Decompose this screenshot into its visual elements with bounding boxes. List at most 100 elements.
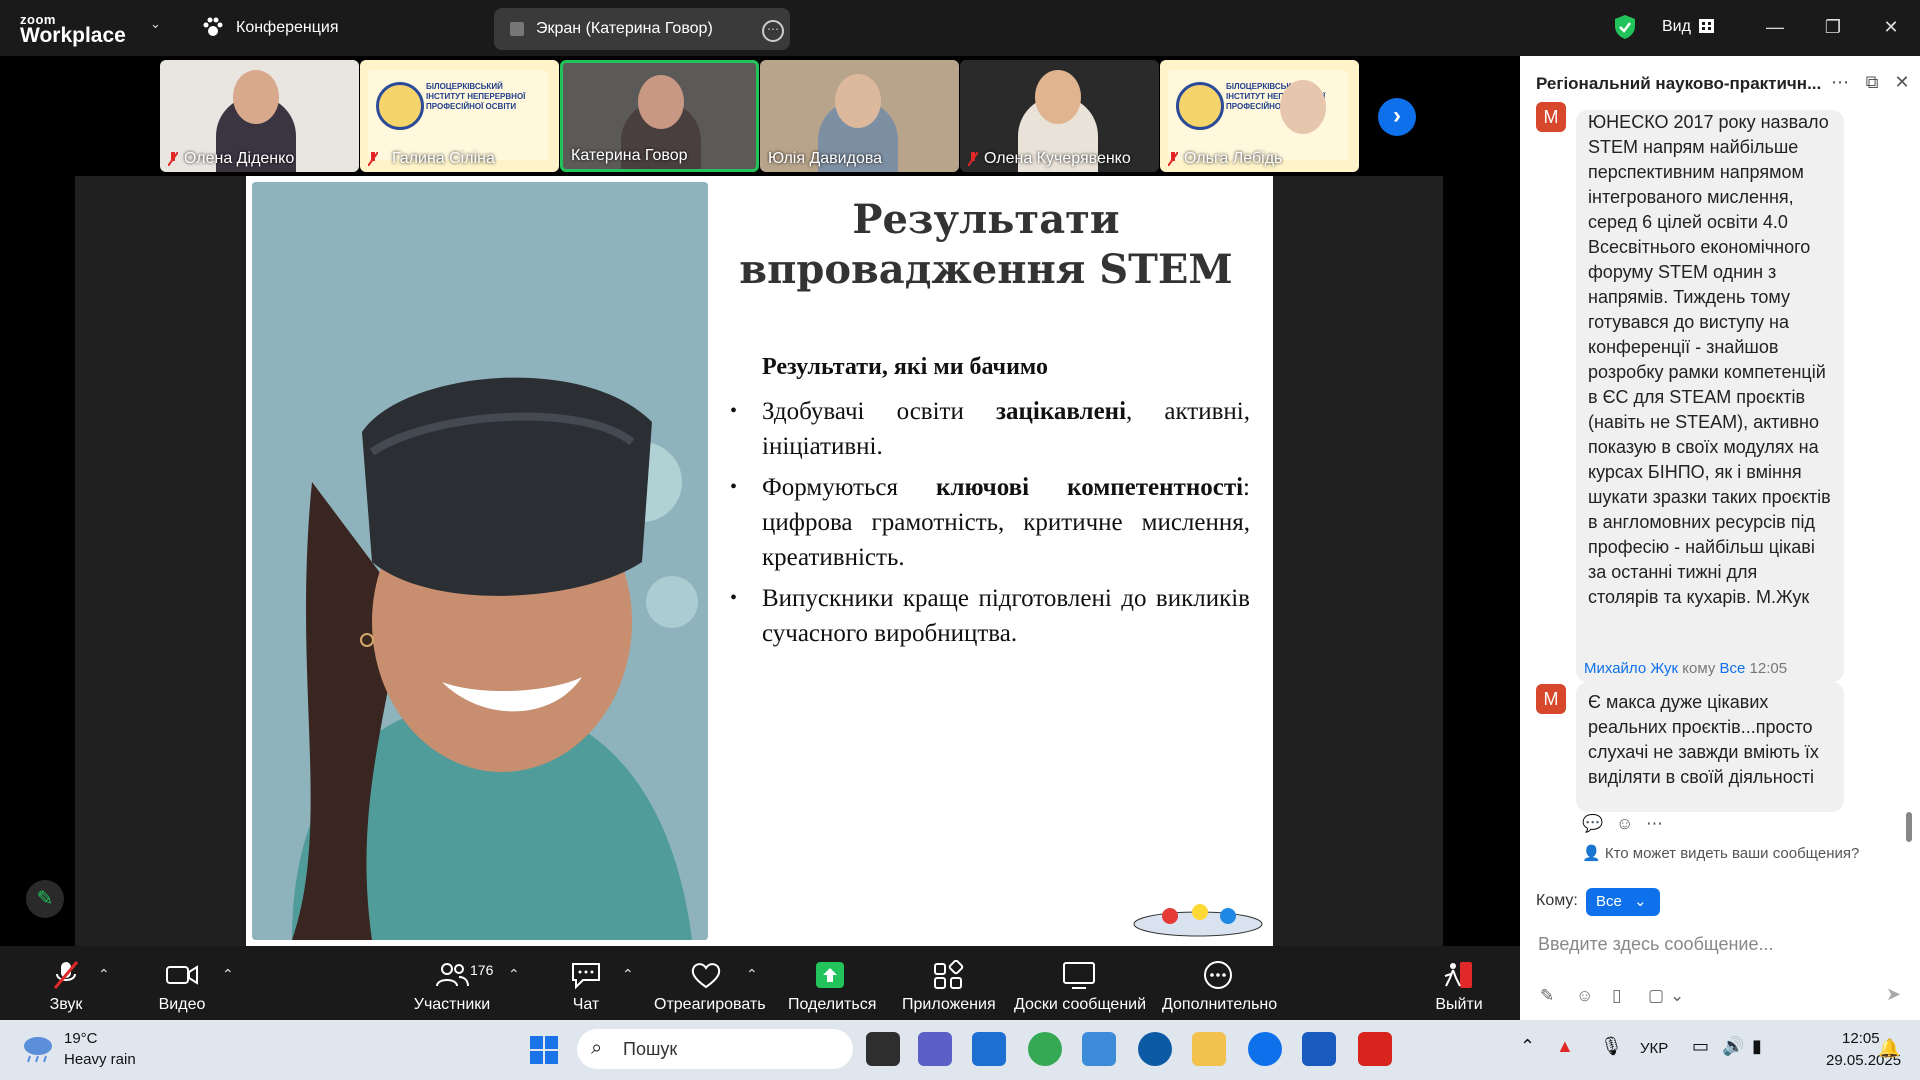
- chat-scrollbar[interactable]: [1906, 812, 1912, 842]
- view-button[interactable]: Вид: [1662, 18, 1691, 36]
- video-label: Видео: [158, 996, 206, 1013]
- app-icon[interactable]: [1082, 1032, 1116, 1066]
- file-explorer-icon[interactable]: [1192, 1032, 1226, 1066]
- format-text-icon[interactable]: ✎: [1540, 986, 1554, 1006]
- grid-view-icon[interactable]: [1699, 19, 1714, 33]
- next-page-arrow-icon[interactable]: ›: [1378, 98, 1416, 136]
- screen-icon: [510, 22, 524, 36]
- task-view-icon[interactable]: [866, 1032, 900, 1066]
- zoom-logo-workplace: Workplace: [20, 24, 126, 47]
- close-icon[interactable]: ✕: [1876, 14, 1906, 40]
- participant-tile-active[interactable]: Катерина Говор: [560, 60, 759, 172]
- screenshot-icon[interactable]: ▢: [1648, 986, 1664, 1006]
- react-button[interactable]: Отреагировать: [654, 960, 766, 1016]
- network-icon[interactable]: ▭: [1692, 1036, 1709, 1057]
- bullet-bold: ключові компетентності: [936, 474, 1244, 501]
- chat-message-input[interactable]: [1536, 928, 1900, 960]
- close-icon[interactable]: ✕: [1892, 72, 1912, 92]
- chevron-up-icon[interactable]: ⌃: [222, 966, 234, 983]
- weather-rain-icon[interactable]: [20, 1034, 56, 1064]
- weather-temperature: 19°C: [64, 1030, 98, 1047]
- edge-icon[interactable]: [1138, 1032, 1172, 1066]
- participants-icon: [436, 963, 469, 987]
- windows-start-icon[interactable]: [530, 1036, 558, 1064]
- share-button[interactable]: Поделиться: [788, 960, 877, 1016]
- participant-tile[interactable]: Юлія Давидова: [760, 60, 959, 172]
- react-label: Отреагировать: [654, 996, 766, 1013]
- battery-icon[interactable]: ▮: [1752, 1036, 1762, 1057]
- share-label: Поделиться: [788, 996, 877, 1013]
- participant-face: [638, 75, 684, 129]
- sender-name[interactable]: Михайло Жук: [1584, 660, 1678, 677]
- search-label: Пошук: [623, 1039, 678, 1059]
- participant-tile[interactable]: БІЛОЦЕРКІВСЬКИЙ ІНСТИТУТ НЕПЕРЕРВНОЇ ПРО…: [360, 60, 559, 172]
- leave-button[interactable]: Выйти: [1434, 960, 1484, 1016]
- audio-button[interactable]: Звук: [40, 960, 92, 1016]
- chat-panel: Регіональний науково-практичн... ⋯ ⧉ ✕ М…: [1520, 56, 1920, 1020]
- chevron-down-icon[interactable]: ⌄: [1670, 986, 1684, 1006]
- slide-bullet: • Формуються ключові компетентності: циф…: [730, 470, 1250, 575]
- who-can-see-link[interactable]: 👤 Кто может видеть ваши сообщения?: [1582, 844, 1859, 862]
- chat-button[interactable]: Чат: [566, 960, 606, 1016]
- add-reaction-icon[interactable]: ☺: [1616, 814, 1633, 834]
- chat-message-text: Є макса дуже цікавих реальних проєктів..…: [1588, 692, 1819, 787]
- emoji-icon[interactable]: ☺: [1576, 986, 1593, 1006]
- video-button[interactable]: Видео: [156, 960, 208, 1016]
- message-time: 12:05: [1749, 660, 1788, 677]
- screen-share-pill[interactable]: Экран (Катерина Говор) ⋯: [494, 8, 790, 50]
- microphone-icon[interactable]: 🎙: [1600, 1036, 1623, 1057]
- chevron-up-icon[interactable]: ⌃: [746, 966, 758, 983]
- chevron-down-icon[interactable]: ⌄: [150, 16, 161, 32]
- send-icon[interactable]: ➤: [1886, 984, 1901, 1005]
- teams-icon[interactable]: [918, 1032, 952, 1066]
- chevron-up-icon[interactable]: ⌃: [622, 966, 634, 983]
- store-icon[interactable]: [972, 1032, 1006, 1066]
- more-options-icon[interactable]: ⋯: [762, 20, 784, 42]
- slide-title-line2: впровадження STEM: [739, 246, 1233, 293]
- taskbar-search[interactable]: ⌕ Пошук: [577, 1029, 853, 1069]
- zoom-icon[interactable]: [1248, 1032, 1282, 1066]
- language-indicator[interactable]: УКР: [1640, 1040, 1668, 1057]
- participant-face: [835, 74, 881, 128]
- annotate-pencil-icon[interactable]: ✎: [26, 880, 64, 918]
- participant-thumbnails: Олена Діденко БІЛОЦЕРКІВСЬКИЙ ІНСТИТУТ Н…: [160, 60, 1360, 172]
- more-icon[interactable]: ⋯: [1830, 72, 1850, 92]
- video-camera-icon: [166, 965, 198, 985]
- apps-button[interactable]: Приложения: [902, 960, 996, 1016]
- windows-taskbar: 19°C Heavy rain ⌕ Пошук ⌃ ▲ 🎙 УКР ▭ 🔊 ▮ …: [0, 1020, 1920, 1080]
- reply-icon[interactable]: 💬: [1582, 814, 1603, 834]
- institute-banner: БІЛОЦЕРКІВСЬКИЙ ІНСТИТУТ НЕПЕРЕРВНОЇ ПРО…: [368, 70, 548, 160]
- participant-tile[interactable]: Олена Кучерявенко: [960, 60, 1159, 172]
- chrome-icon[interactable]: [1028, 1032, 1062, 1066]
- restore-icon[interactable]: ❐: [1818, 14, 1848, 40]
- chevron-up-icon[interactable]: ⌃: [508, 966, 520, 983]
- popout-icon[interactable]: ⧉: [1862, 72, 1882, 92]
- recipient-select[interactable]: Все ⌄: [1586, 888, 1660, 916]
- shield-check-icon[interactable]: [1614, 14, 1636, 40]
- participant-tile[interactable]: Олена Діденко: [160, 60, 359, 172]
- whiteboards-button[interactable]: Доски сообщений: [1014, 960, 1146, 1016]
- bullet-bold: зацікавлені: [995, 398, 1127, 425]
- slide-bullet: • Випускники краще підготовлені до викли…: [730, 581, 1250, 651]
- more-button[interactable]: Дополнительно: [1162, 960, 1277, 1016]
- chat-title: Регіональний науково-практичн...: [1536, 74, 1822, 93]
- chevron-up-icon[interactable]: ⌃: [98, 966, 110, 983]
- participant-tile[interactable]: БІЛОЦЕРКІВСЬКИЙ ІНСТИТУТ НЕПЕРЕРВНОЇ ПРО…: [1160, 60, 1359, 172]
- volume-icon[interactable]: 🔊: [1722, 1036, 1744, 1057]
- recipient-value: Все: [1596, 893, 1622, 910]
- more-icon[interactable]: ⋯: [1646, 814, 1663, 834]
- chevron-up-icon[interactable]: ⌃: [1520, 1036, 1535, 1057]
- minimize-icon[interactable]: —: [1760, 14, 1790, 40]
- bullet-text: Формуються: [762, 474, 937, 501]
- participants-count: 176: [470, 962, 494, 978]
- word-icon[interactable]: [1302, 1032, 1336, 1066]
- acrobat-icon[interactable]: [1358, 1032, 1392, 1066]
- warning-icon[interactable]: ▲: [1556, 1036, 1574, 1057]
- vr-photo-illustration: [252, 182, 708, 940]
- avatar: М: [1536, 102, 1566, 132]
- slide-subtitle: Результати, які ми бачимо: [762, 354, 1048, 380]
- notification-bell-icon[interactable]: 🔔: [1878, 1038, 1900, 1059]
- conference-label[interactable]: Конференция: [236, 19, 339, 37]
- clock-time[interactable]: 12:05: [1842, 1030, 1880, 1047]
- file-icon[interactable]: ▯: [1612, 986, 1621, 1006]
